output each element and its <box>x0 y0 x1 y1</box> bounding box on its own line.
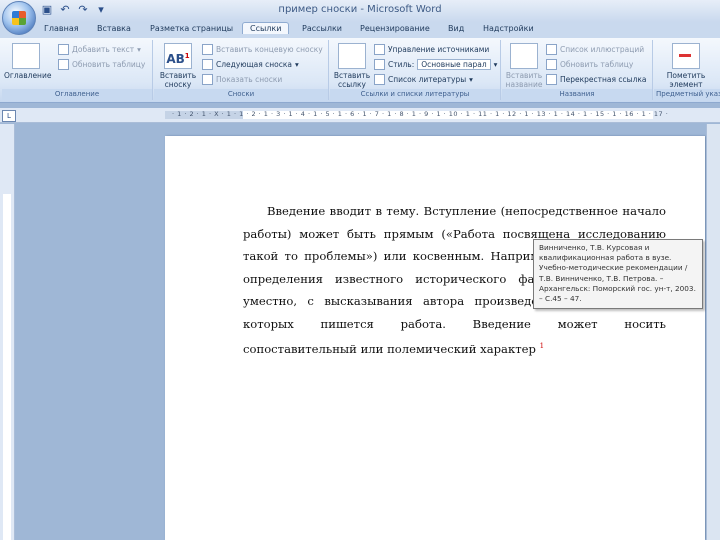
footnote-reference[interactable]: 1 <box>540 342 544 350</box>
footnote-tooltip: Винниченко, Т.В. Курсовая и квалификацио… <box>533 239 703 309</box>
next-footnote-icon <box>202 59 213 70</box>
tab-home[interactable]: Главная <box>44 24 79 33</box>
toc-button[interactable]: Оглавление <box>4 43 51 80</box>
index-group: Пометить элемент Предметный указатель <box>654 40 720 100</box>
endnote-icon <box>202 44 213 55</box>
show-notes-button[interactable]: Показать сноски <box>202 74 282 85</box>
style-icon <box>374 59 385 70</box>
tab-page-layout[interactable]: Разметка страницы <box>150 24 233 33</box>
toc-group-label: Оглавление <box>2 89 152 100</box>
citations-group: Вставить ссылку Управление источниками С… <box>330 40 501 100</box>
insert-citation-button[interactable]: Вставить ссылку <box>330 43 374 89</box>
vertical-ruler-text-area <box>3 194 11 540</box>
title-bar: ▣ ↶ ↷ ▾ пример сноски - Microsoft Word <box>0 0 720 22</box>
update-icon <box>546 59 557 70</box>
table-of-figures-button[interactable]: Список иллюстраций <box>546 44 644 55</box>
tab-view[interactable]: Вид <box>448 24 464 33</box>
footnote-ab-icon: AB1 <box>164 43 192 69</box>
toc-group: Оглавление Добавить текст ▾ Обновить таб… <box>2 40 153 100</box>
caption-icon <box>510 43 538 69</box>
document-page[interactable]: Введение вводит в тему. Вступление (непо… <box>165 136 705 540</box>
insert-footnote-button[interactable]: AB1 Вставить сноску <box>156 43 200 89</box>
captions-group-label: Названия <box>502 89 652 100</box>
citations-group-label: Ссылки и списки литературы <box>330 89 500 100</box>
update-toc-button[interactable]: Обновить таблицу <box>58 59 145 70</box>
tab-references[interactable]: Ссылки <box>242 22 290 34</box>
figures-icon <box>546 44 557 55</box>
ruler-marks: · 1 · 2 · 1 · X · 1 · 1 · 2 · 1 · 3 · 1 … <box>172 110 669 118</box>
table-of-contents-icon <box>12 43 40 69</box>
tab-review[interactable]: Рецензирование <box>360 24 430 33</box>
bibliography-icon <box>374 74 385 85</box>
index-group-label: Предметный указатель <box>654 89 720 100</box>
ribbon-tabs: Главная Вставка Разметка страницы Ссылки… <box>0 22 720 38</box>
update-icon <box>58 59 69 70</box>
cross-reference-button[interactable]: Перекрестная ссылка <box>546 74 647 85</box>
tab-insert[interactable]: Вставка <box>97 24 131 33</box>
cross-reference-icon <box>546 74 557 85</box>
footnotes-group: AB1 Вставить сноску Вставить концевую сн… <box>154 40 329 100</box>
footnotes-group-label: Сноски <box>154 89 328 100</box>
captions-group: Вставить название Список иллюстраций Обн… <box>502 40 653 100</box>
office-button[interactable] <box>2 1 36 35</box>
citation-icon <box>338 43 366 69</box>
manage-sources-icon <box>374 44 385 55</box>
vertical-ruler[interactable] <box>0 124 15 540</box>
mark-entry-button[interactable]: Пометить элемент <box>664 43 708 89</box>
manage-sources-button[interactable]: Управление источниками <box>374 44 489 55</box>
mark-entry-icon <box>672 43 700 69</box>
tab-mailings[interactable]: Рассылки <box>302 24 342 33</box>
tab-selector-button[interactable]: L <box>2 110 16 122</box>
insert-caption-button[interactable]: Вставить название <box>502 43 546 89</box>
update-figures-button[interactable]: Обновить таблицу <box>546 59 633 70</box>
ribbon: Оглавление Добавить текст ▾ Обновить таб… <box>0 38 720 103</box>
add-text-icon <box>58 44 69 55</box>
add-text-button[interactable]: Добавить текст ▾ <box>58 44 141 55</box>
bibliography-button[interactable]: Список литературы ▾ <box>374 74 473 85</box>
style-combo[interactable]: Основные парал <box>417 59 491 70</box>
tab-addins[interactable]: Надстройки <box>483 24 534 33</box>
window-title: пример сноски - Microsoft Word <box>278 4 442 15</box>
horizontal-ruler[interactable]: L · 1 · 2 · 1 · X · 1 · 1 · 2 · 1 · 3 · … <box>0 108 720 123</box>
style-selector[interactable]: Стиль: Основные парал ▾ <box>374 59 497 70</box>
next-footnote-button[interactable]: Следующая сноска ▾ <box>202 59 299 70</box>
vertical-scrollbar[interactable] <box>706 124 720 540</box>
insert-endnote-button[interactable]: Вставить концевую сноску <box>202 44 323 55</box>
show-notes-icon <box>202 74 213 85</box>
